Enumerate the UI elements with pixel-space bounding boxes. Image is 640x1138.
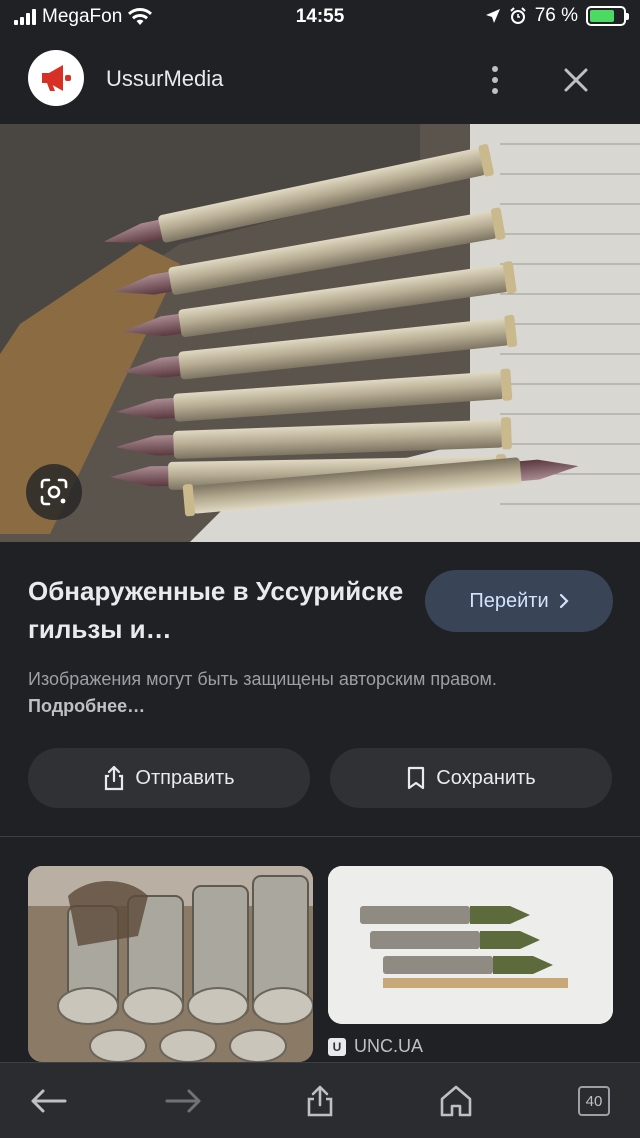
browser-toolbar: 40 (0, 1062, 640, 1138)
tabs-button[interactable]: 40 (574, 1081, 614, 1121)
location-arrow-icon (485, 9, 500, 23)
close-button[interactable] (556, 60, 596, 100)
site-name[interactable]: UssurMedia (106, 66, 223, 92)
home-button[interactable] (436, 1081, 476, 1121)
cartridges-photo (0, 124, 640, 542)
status-bar: MegaFon 14:55 76 % (0, 0, 640, 36)
bookmark-icon (408, 766, 425, 790)
share-button[interactable]: Отправить (28, 748, 310, 808)
related-source-2[interactable]: U UNC.UA (328, 1036, 423, 1057)
close-icon (564, 68, 588, 92)
site-logo[interactable] (28, 50, 84, 106)
visit-label: Перейти (469, 589, 549, 612)
share-icon (307, 1085, 333, 1117)
result-header: UssurMedia (0, 36, 640, 124)
preview-image[interactable] (0, 124, 640, 542)
battery-fill (590, 10, 615, 22)
back-button[interactable] (28, 1081, 68, 1121)
share-label: Отправить (135, 766, 235, 789)
more-vert-icon (492, 66, 498, 72)
google-lens-icon (40, 478, 68, 506)
status-right: 76 % (485, 5, 629, 27)
megaphone-icon (42, 65, 71, 91)
save-label: Сохранить (436, 766, 536, 789)
result-title[interactable]: Обнаруженные в Уссурийске гильзы и… (28, 572, 408, 648)
alarm-icon (509, 7, 526, 24)
arrow-right-icon (165, 1089, 201, 1113)
tabs-count: 40 (578, 1086, 610, 1116)
share-page-button[interactable] (300, 1081, 340, 1121)
source-name: UNC.UA (354, 1036, 424, 1056)
shell-casings-photo (28, 866, 313, 1062)
related-image-1[interactable] (28, 866, 313, 1062)
share-icon (105, 765, 124, 791)
copyright-text: Изображения могут быть защищены авторски… (28, 669, 497, 689)
home-icon (440, 1085, 472, 1117)
divider (0, 836, 640, 837)
save-button[interactable]: Сохранить (330, 748, 612, 808)
chevron-right-icon (559, 593, 569, 609)
battery-icon (586, 6, 629, 26)
related-image-2[interactable] (328, 866, 613, 1024)
site-favicon: U (328, 1037, 346, 1056)
lens-search-button[interactable] (26, 464, 82, 520)
copyright-notice: Изображения могут быть защищены авторски… (28, 666, 588, 720)
forward-button[interactable] (164, 1081, 204, 1121)
battery-percent: 76 % (534, 5, 578, 26)
more-dot (492, 77, 498, 83)
arrow-left-icon (31, 1089, 67, 1113)
bullets-ruler-photo (328, 866, 613, 1024)
visit-button[interactable]: Перейти (425, 570, 613, 632)
learn-more-link[interactable]: Подробнее… (28, 696, 145, 716)
more-dot (492, 88, 498, 94)
more-options-button[interactable] (478, 58, 512, 102)
